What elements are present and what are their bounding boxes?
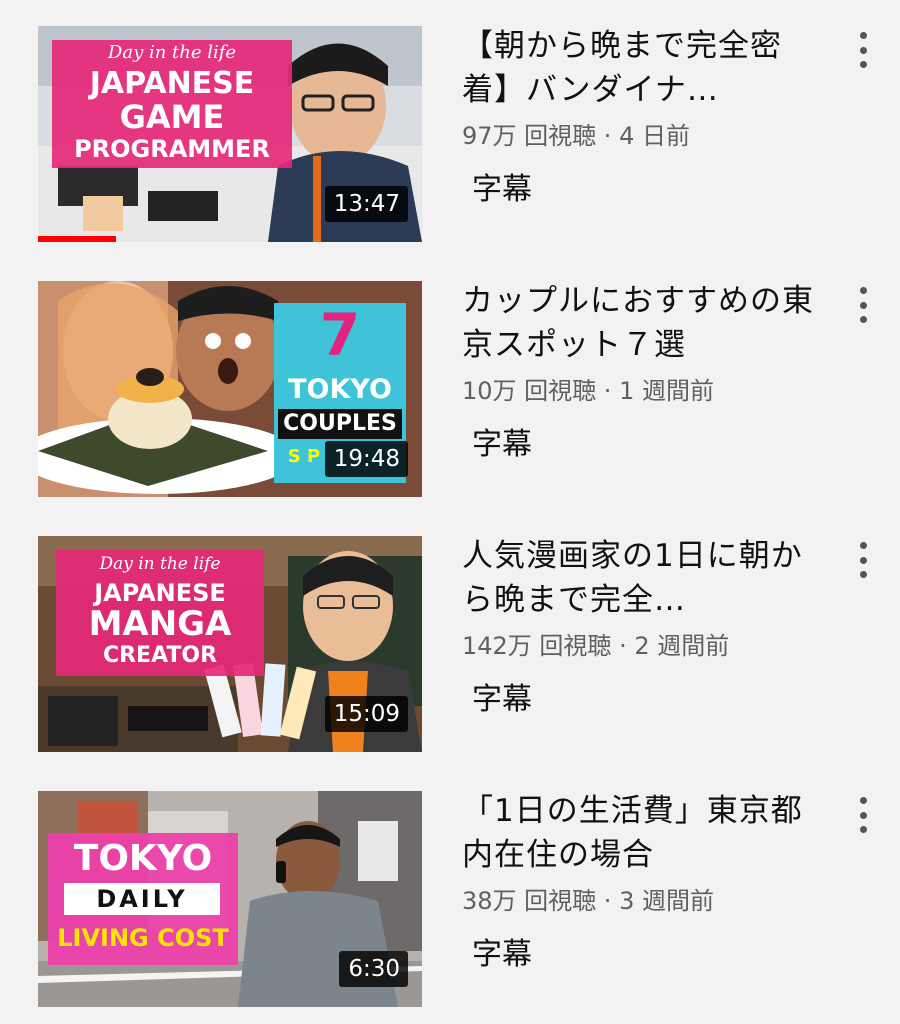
video-title[interactable]: カップルにおすすめの東京スポット７選: [462, 279, 822, 367]
thumbnail-script-text: Day in the life: [99, 554, 221, 574]
video-meta: 142万 回視聴 · 2 週間前: [462, 632, 730, 660]
thumbnail-text-line3: LIVING COST: [57, 924, 229, 952]
video-list: Day in the life JAPANESE GAME PROGRAMMER…: [0, 0, 900, 1024]
upload-age: 1 週間前: [619, 377, 714, 405]
duration-badge: 13:47: [324, 186, 408, 222]
video-meta: 38万 回視聴 · 3 週間前: [462, 887, 714, 915]
captions-badge: 字幕: [472, 937, 532, 972]
captions-badge: 字幕: [472, 172, 532, 207]
video-item[interactable]: TOKYO DAILY LIVING COST 6:30 「1日の生活費」東京都…: [0, 765, 900, 1007]
duration-badge: 19:48: [324, 441, 408, 477]
video-item[interactable]: 7 TOKYO COUPLES S P 19:48 カップルにおすすめの東京スポ…: [0, 255, 900, 497]
view-count: 10万 回視聴: [462, 377, 597, 405]
upload-age: 2 週間前: [634, 632, 730, 660]
thumbnail-text-line3: CREATOR: [102, 643, 218, 668]
video-thumbnail[interactable]: Day in the life JAPANESE GAME PROGRAMMER…: [38, 26, 422, 242]
thumbnail-text-line1: JAPANESE: [94, 579, 226, 607]
watch-progress-bar: [38, 236, 116, 242]
thumbnail-number: 7: [319, 301, 361, 369]
video-meta: 10万 回視聴 · 1 週間前: [462, 377, 714, 405]
thumbnail-text-line2: GAME: [119, 98, 225, 136]
video-item[interactable]: Day in the life JAPANESE MANGA CREATOR 1…: [0, 510, 900, 752]
view-count: 97万 回視聴: [462, 122, 597, 150]
duration-badge: 15:09: [324, 696, 408, 732]
more-vertical-icon[interactable]: [848, 30, 878, 70]
view-count: 38万 回視聴: [462, 887, 597, 915]
thumbnail-text-line1: JAPANESE: [89, 66, 255, 101]
thumbnail-text-line1: TOKYO: [288, 374, 392, 405]
thumbnail-text-line2: DAILY: [64, 883, 220, 915]
more-vertical-icon[interactable]: [848, 795, 878, 835]
video-thumbnail[interactable]: 7 TOKYO COUPLES S P 19:48: [38, 281, 422, 497]
video-thumbnail[interactable]: TOKYO DAILY LIVING COST 6:30: [38, 791, 422, 1007]
video-thumbnail[interactable]: Day in the life JAPANESE MANGA CREATOR 1…: [38, 536, 422, 752]
video-title[interactable]: 【朝から晩まで完全密着】バンダイナ…: [462, 24, 822, 112]
captions-badge: 字幕: [472, 427, 532, 462]
video-meta: 97万 回視聴 · 4 日前: [462, 122, 690, 150]
thumbnail-script-text: Day in the life: [107, 42, 237, 63]
thumbnail-text-line2: MANGA: [88, 604, 232, 644]
upload-age: 3 週間前: [619, 887, 714, 915]
video-title[interactable]: 人気漫画家の1日に朝から晩まで完全…: [462, 534, 822, 622]
more-vertical-icon[interactable]: [848, 285, 878, 325]
thumbnail-text-line2: COUPLES: [278, 409, 402, 439]
video-item[interactable]: Day in the life JAPANESE GAME PROGRAMMER…: [0, 0, 900, 242]
video-title[interactable]: 「1日の生活費」東京都内在住の場合: [462, 789, 822, 877]
captions-badge: 字幕: [472, 682, 532, 717]
thumbnail-text-line1: TOKYO: [73, 838, 213, 879]
view-count: 142万 回視聴: [462, 632, 612, 660]
upload-age: 4 日前: [619, 122, 690, 150]
duration-badge: 6:30: [339, 951, 408, 987]
thumbnail-text-line3: PROGRAMMER: [74, 135, 270, 163]
more-vertical-icon[interactable]: [848, 540, 878, 580]
